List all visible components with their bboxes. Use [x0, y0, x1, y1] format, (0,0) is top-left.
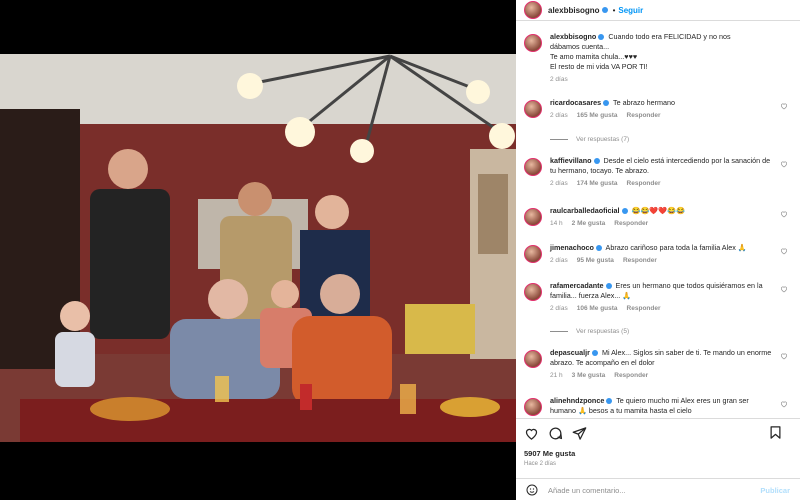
heart-icon[interactable] — [780, 352, 788, 360]
verified-badge-icon — [591, 350, 598, 357]
comment-item: ricardocasares Te abrazo hermano 2 días 1… — [524, 98, 792, 121]
verified-badge-icon — [606, 398, 613, 405]
actions-divider — [516, 418, 800, 419]
share-icon[interactable] — [572, 426, 587, 441]
heart-icon[interactable] — [780, 400, 788, 408]
add-comment-bar: Añade un comentario... Publicar — [516, 480, 800, 500]
heart-icon[interactable] — [780, 160, 788, 168]
publish-button[interactable]: Publicar — [760, 486, 790, 495]
comment-likes[interactable]: 3 Me gusta — [572, 372, 606, 379]
reply-button[interactable]: Responder — [614, 220, 648, 227]
comment-username[interactable]: depascualjr — [550, 348, 590, 357]
heart-icon[interactable] — [780, 102, 788, 110]
post-photo[interactable] — [0, 54, 516, 442]
comment-username[interactable]: raulcarballedaoficial — [550, 206, 620, 215]
comment-likes[interactable]: 174 Me gusta — [577, 180, 618, 187]
comment-time: 2 días — [550, 305, 568, 312]
replies-line — [550, 331, 568, 332]
commenter-avatar[interactable] — [524, 398, 542, 416]
comment-likes[interactable]: 106 Me gusta — [577, 305, 618, 312]
caption-avatar[interactable] — [524, 34, 542, 52]
comment-item: kaffievillano Desde el cielo está interc… — [524, 156, 792, 189]
verified-badge-icon — [598, 34, 605, 41]
post-side-panel: alexbbisogno • Seguir alexbbisogno Cuand… — [516, 0, 800, 500]
verified-badge-icon — [603, 100, 610, 107]
view-replies-label[interactable]: Ver respuestas (7) — [576, 136, 629, 143]
comments-list[interactable]: alexbbisogno Cuando todo era FELICIDAD y… — [516, 28, 800, 418]
likes-count[interactable]: 5907 Me gusta — [524, 449, 575, 458]
comment-likes[interactable]: 165 Me gusta — [577, 112, 618, 119]
verified-badge-icon — [595, 245, 602, 252]
reply-button[interactable]: Responder — [614, 372, 648, 379]
comment-time: 2 días — [550, 257, 568, 264]
verified-badge-icon — [605, 283, 612, 290]
separator-dot: • — [612, 5, 616, 15]
comment-time: 21 h — [550, 372, 563, 379]
comment-item: alinehndzponce Te quiero mucho mi Alex e… — [524, 396, 792, 416]
comment-item: rafamercadante Eres un hermano que todos… — [524, 281, 792, 314]
reply-button[interactable]: Responder — [627, 305, 661, 312]
comment-likes[interactable]: 95 Me gusta — [577, 257, 614, 264]
comment-time: 2 días — [550, 180, 568, 187]
verified-badge-icon — [601, 7, 608, 13]
header-divider — [516, 20, 800, 21]
caption-username[interactable]: alexbbisogno — [550, 32, 596, 41]
view-replies[interactable]: Ver respuestas (5) — [550, 328, 629, 335]
commenter-avatar[interactable] — [524, 158, 542, 176]
comment-input-divider — [516, 478, 800, 479]
comment-username[interactable]: kaffievillano — [550, 156, 592, 165]
caption-text-1: Cuando todo era FELICIDAD y no nos — [608, 32, 731, 41]
emoji-icon[interactable] — [526, 484, 538, 496]
post-time: Hace 2 días — [524, 461, 557, 467]
comment-username[interactable]: alinehndzponce — [550, 396, 604, 405]
comment-input[interactable]: Añade un comentario... — [548, 486, 626, 495]
follow-button[interactable]: Seguir — [618, 6, 643, 15]
family-photo-illustration — [0, 54, 516, 442]
author-avatar[interactable] — [524, 1, 542, 19]
heart-icon[interactable] — [780, 285, 788, 293]
heart-icon[interactable] — [524, 426, 539, 441]
commenter-avatar[interactable] — [524, 350, 542, 368]
caption-text-2: dábamos cuenta... — [550, 42, 610, 51]
reply-button[interactable]: Responder — [627, 112, 661, 119]
commenter-avatar[interactable] — [524, 283, 542, 301]
caption-text-3: Te amo mamita chula...♥♥♥ — [550, 52, 638, 61]
post-header: alexbbisogno • Seguir — [516, 0, 800, 20]
action-bar — [524, 425, 792, 441]
caption: alexbbisogno Cuando todo era FELICIDAD y… — [524, 32, 792, 85]
comment-username[interactable]: jimenachoco — [550, 243, 594, 252]
comment-icon[interactable] — [548, 426, 563, 441]
comment-item: jimenachoco Abrazo cariñoso para toda la… — [524, 243, 792, 266]
commenter-avatar[interactable] — [524, 100, 542, 118]
author-username[interactable]: alexbbisogno — [548, 6, 600, 15]
reply-button[interactable]: Responder — [627, 180, 661, 187]
reply-button[interactable]: Responder — [623, 257, 657, 264]
comment-username[interactable]: ricardocasares — [550, 98, 601, 107]
bookmark-icon[interactable] — [768, 425, 783, 440]
comment-item: depascualjr Mi Alex... Siglos sin saber … — [524, 348, 792, 381]
comment-username[interactable]: rafamercadante — [550, 281, 604, 290]
caption-time: 2 días — [550, 76, 568, 83]
commenter-avatar[interactable] — [524, 245, 542, 263]
comment-time: 14 h — [550, 220, 563, 227]
view-replies[interactable]: Ver respuestas (7) — [550, 136, 629, 143]
comment-item: raulcarballedaoficial 😂😂❤️❤️😂😂 14 h 2 Me … — [524, 206, 792, 229]
replies-line — [550, 139, 568, 140]
verified-badge-icon — [621, 208, 628, 215]
comment-time: 2 días — [550, 112, 568, 119]
verified-badge-icon — [593, 158, 600, 165]
comment-text: Te abrazo hermano — [613, 98, 675, 107]
comment-text: Abrazo cariñoso para toda la familia Ale… — [605, 243, 747, 252]
commenter-avatar[interactable] — [524, 208, 542, 226]
heart-icon[interactable] — [780, 247, 788, 255]
caption-text-4: El resto de mi vida VA POR TI! — [550, 62, 648, 71]
comment-text: 😂😂❤️❤️😂😂 — [631, 206, 686, 215]
view-replies-label[interactable]: Ver respuestas (5) — [576, 328, 629, 335]
comment-likes[interactable]: 2 Me gusta — [572, 220, 606, 227]
heart-icon[interactable] — [780, 210, 788, 218]
photo-area — [0, 0, 516, 500]
